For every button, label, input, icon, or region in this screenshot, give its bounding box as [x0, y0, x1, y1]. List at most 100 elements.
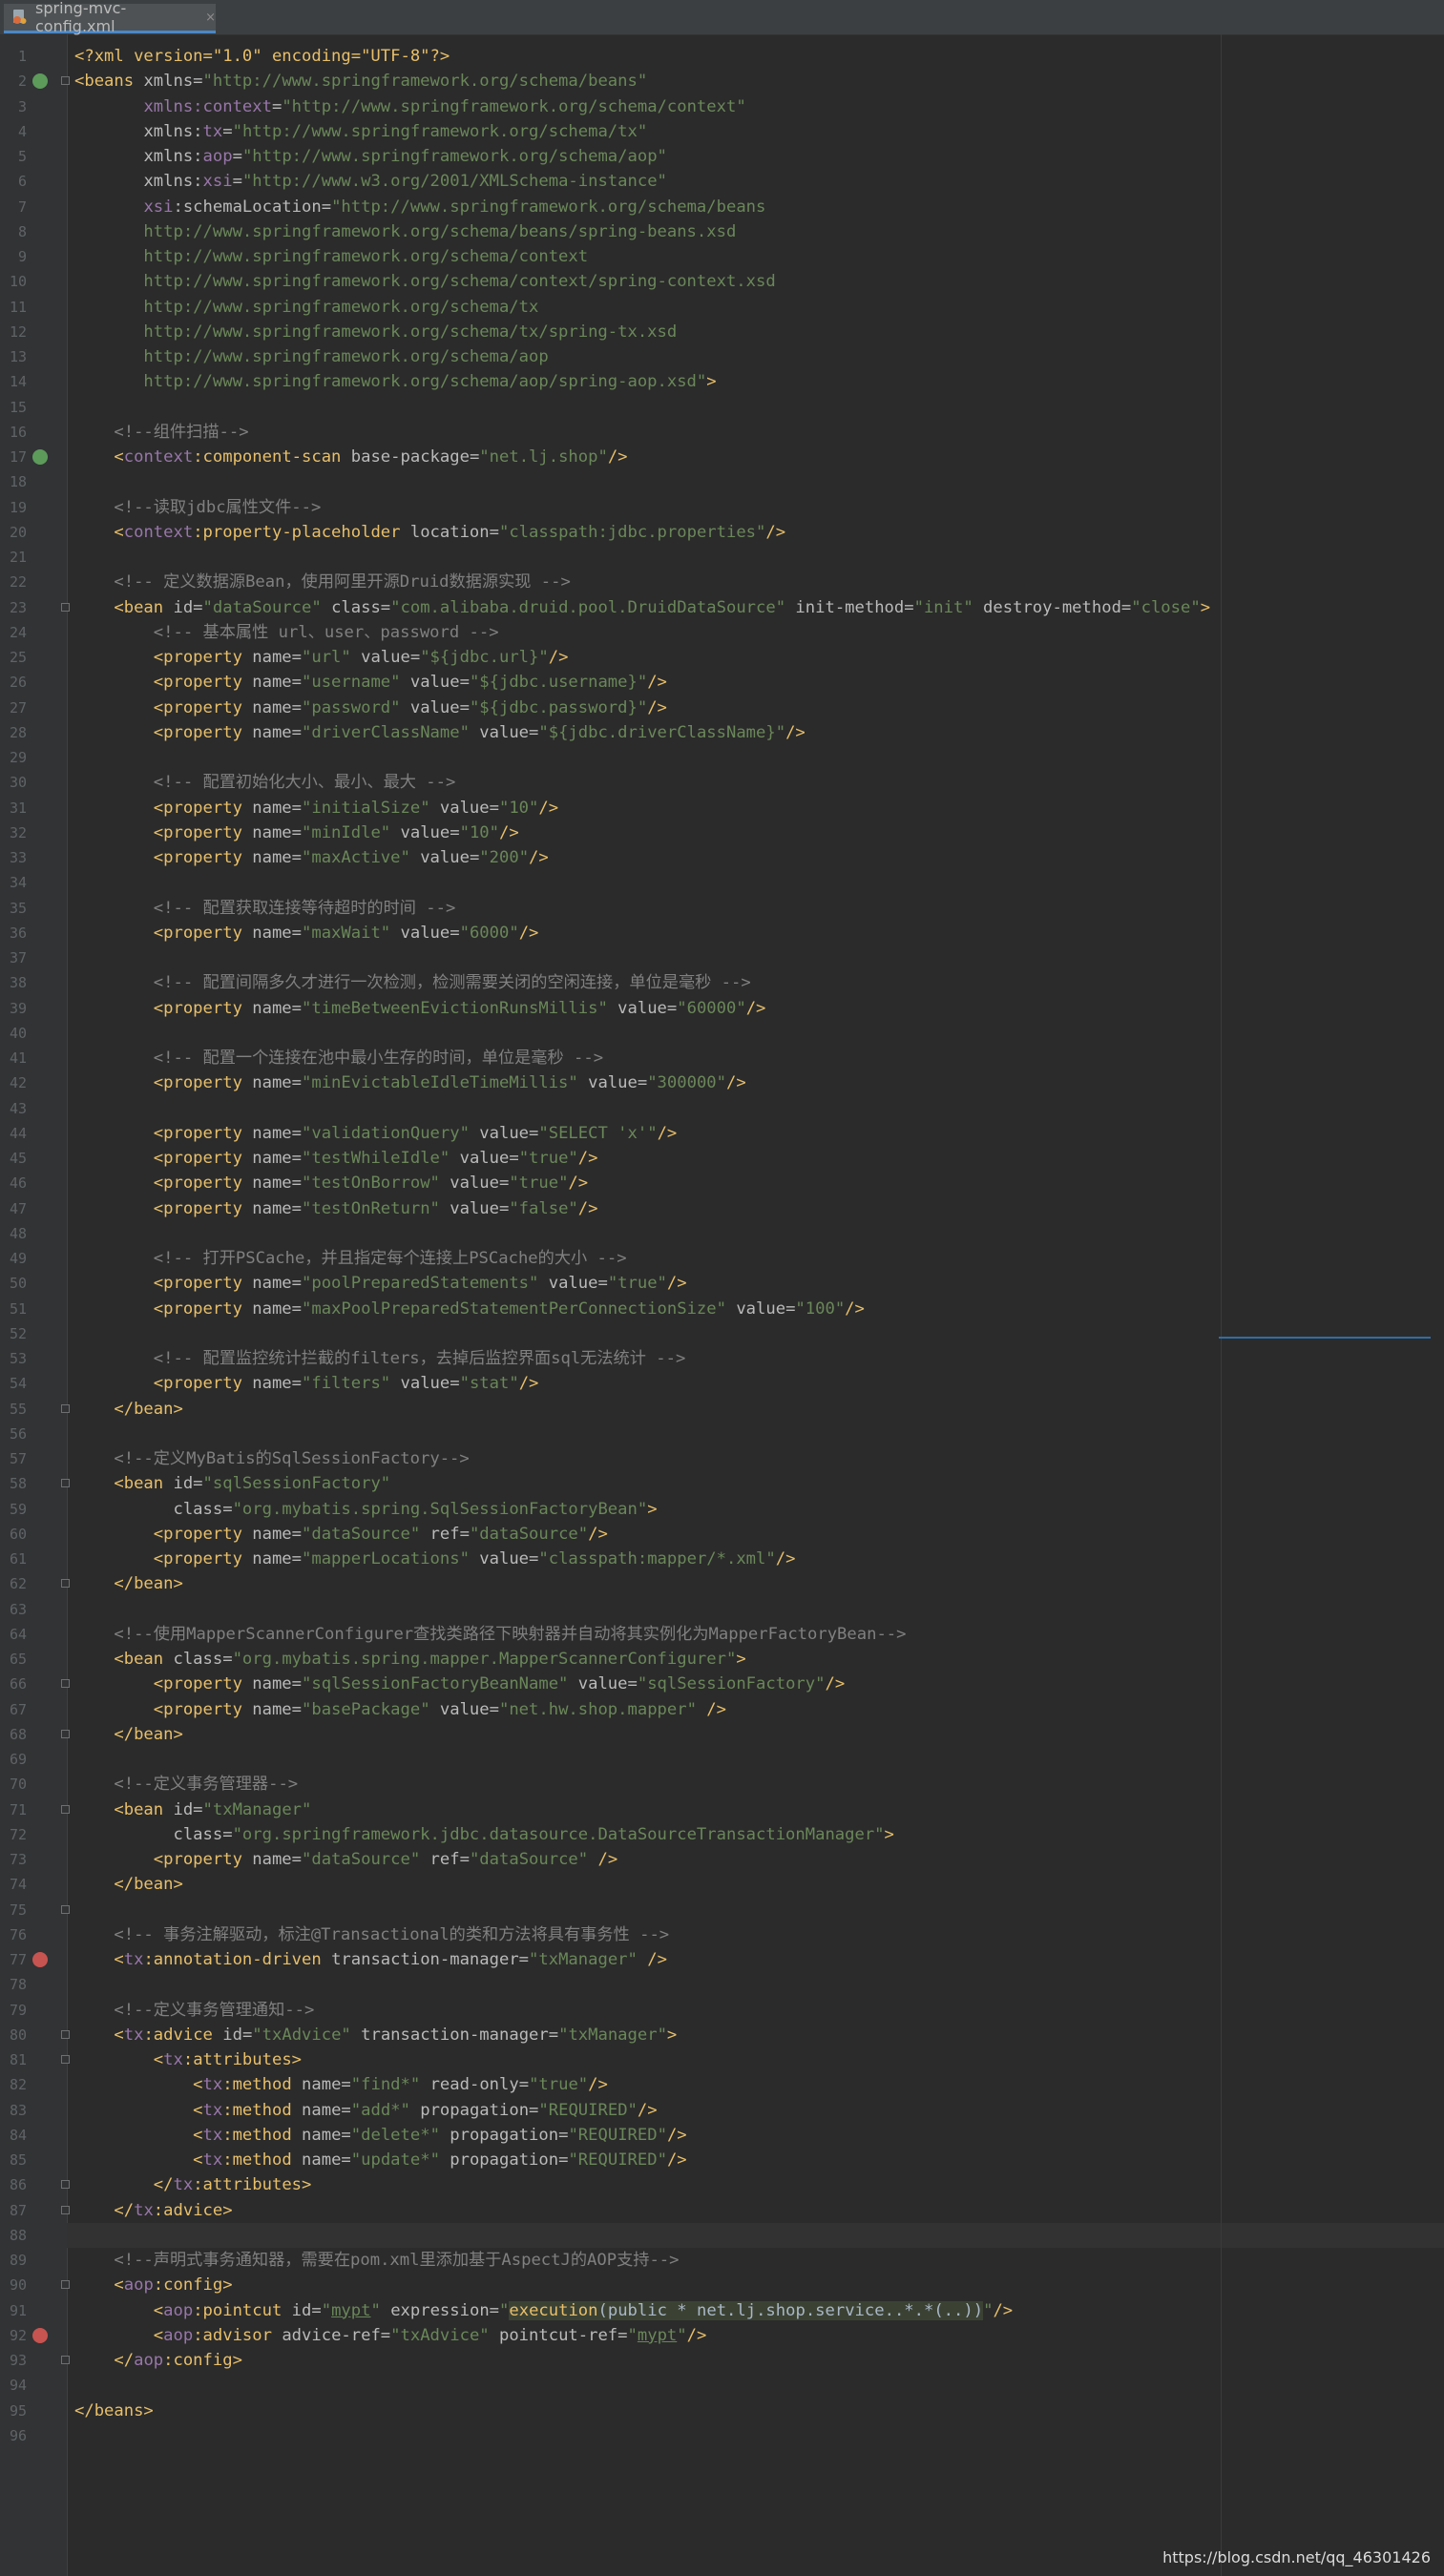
code-line[interactable]: xmlns:context="http://www.springframewor…: [74, 94, 745, 119]
code-line[interactable]: <property name="dataSource" ref="dataSou…: [74, 1522, 608, 1547]
code-line[interactable]: class="org.springframework.jdbc.datasour…: [74, 1822, 893, 1847]
code-token: name=: [252, 1524, 303, 1544]
code-line[interactable]: <!--使用MapperScannerConfigurer查找类路径下映射器并自…: [74, 1622, 906, 1647]
code-line[interactable]: </tx:advice>: [74, 2198, 232, 2223]
code-line[interactable]: <property name="basePackage" value="net.…: [74, 1697, 726, 1722]
code-line[interactable]: http://www.springframework.org/schema/co…: [74, 244, 588, 269]
code-token: "true": [518, 1149, 578, 1168]
code-line[interactable]: xmlns:tx="http://www.springframework.org…: [74, 119, 647, 144]
code-line[interactable]: <property name="driverClassName" value="…: [74, 720, 806, 745]
code-line[interactable]: <!--组件扫描-->: [74, 420, 248, 445]
code-line[interactable]: <tx:method name="add*" propagation="REQU…: [74, 2098, 657, 2123]
code-line[interactable]: <?xml version="1.0" encoding="UTF-8"?>: [74, 44, 450, 69]
code-line[interactable]: <tx:advice id="txAdvice" transaction-man…: [74, 2023, 677, 2047]
code-line[interactable]: <property name="testWhileIdle" value="tr…: [74, 1146, 598, 1171]
line-number: 69: [9, 1751, 27, 1768]
code-token: xmlns=: [143, 72, 203, 92]
code-token: />: [647, 697, 667, 717]
code-line[interactable]: <property name="validationQuery" value="…: [74, 1121, 677, 1146]
code-line[interactable]: <!-- 基本属性 url、user、password -->: [74, 620, 499, 645]
code-line[interactable]: <property name="dataSource" ref="dataSou…: [74, 1847, 617, 1872]
code-line[interactable]: </aop:config>: [74, 2348, 242, 2373]
tab-filename: spring-mvc-config.xml: [35, 0, 127, 35]
code-line[interactable]: <property name="password" value="${jdbc.…: [74, 696, 667, 720]
code-line[interactable]: <property name="maxActive" value="200"/>: [74, 845, 549, 870]
line-number: 53: [9, 1350, 27, 1367]
line-number: 25: [9, 649, 27, 666]
code-line[interactable]: xsi:schemaLocation="http://www.springfra…: [74, 195, 765, 219]
code-line[interactable]: <!-- 配置一个连接在池中最小生存的时间，单位是毫秒 -->: [74, 1046, 603, 1070]
code-line[interactable]: </bean>: [74, 1397, 182, 1422]
spring-bean-icon[interactable]: [32, 449, 48, 465]
code-line[interactable]: </beans>: [74, 2399, 154, 2423]
code-line[interactable]: <tx:attributes>: [74, 2047, 302, 2072]
code-line[interactable]: <!--声明式事务通知器，需要在pom.xml里添加基于AspectJ的AOP支…: [74, 2248, 679, 2273]
line-number: 24: [9, 623, 27, 641]
code-line[interactable]: <property name="testOnBorrow" value="tru…: [74, 1171, 588, 1195]
code-line[interactable]: http://www.springframework.org/schema/be…: [74, 219, 736, 244]
code-line[interactable]: </bean>: [74, 1872, 182, 1897]
code-token: />: [647, 673, 667, 693]
code-line[interactable]: <aop:pointcut id="mypt" expression="exec…: [74, 2298, 1013, 2323]
tab-close-icon[interactable]: ×: [205, 10, 216, 25]
code-line[interactable]: <property name="minIdle" value="10"/>: [74, 821, 519, 845]
code-line[interactable]: <beans xmlns="http://www.springframework…: [74, 69, 647, 93]
code-line[interactable]: <property name="initialSize" value="10"/…: [74, 796, 558, 821]
code-line[interactable]: </bean>: [74, 1571, 182, 1596]
line-number: 34: [9, 874, 27, 892]
code-line[interactable]: <tx:method name="update*" propagation="R…: [74, 2148, 687, 2172]
code-line[interactable]: <property name="timeBetweenEvictionRunsM…: [74, 996, 766, 1021]
code-token: <: [74, 447, 124, 467]
code-line[interactable]: class="org.mybatis.spring.SqlSessionFact…: [74, 1497, 657, 1522]
tab-spring-mvc-config[interactable]: spring-mvc-config.xml ×: [4, 0, 216, 35]
code-line[interactable]: <property name="maxPoolPreparedStatement…: [74, 1297, 865, 1321]
code-line[interactable]: <!-- 配置获取连接等待超时的时间 -->: [74, 896, 456, 921]
code-line[interactable]: <tx:method name="delete*" propagation="R…: [74, 2123, 686, 2148]
code-line[interactable]: <bean id="txManager": [74, 1797, 311, 1822]
code-line[interactable]: http://www.springframework.org/schema/tx: [74, 295, 538, 320]
code-line[interactable]: <!-- 定义数据源Bean，使用阿里开源Druid数据源实现 -->: [74, 570, 570, 594]
code-line[interactable]: <!-- 打开PSCache，并且指定每个连接上PSCache的大小 -->: [74, 1246, 627, 1271]
code-line[interactable]: <bean id="dataSource" class="com.alibaba…: [74, 595, 1210, 620]
code-line[interactable]: <bean id="sqlSessionFactory": [74, 1471, 390, 1496]
code-line[interactable]: <property name="poolPreparedStatements" …: [74, 1271, 687, 1296]
code-line[interactable]: <!-- 配置间隔多久才进行一次检测，检测需要关闭的空闲连接，单位是毫秒 -->: [74, 970, 751, 995]
code-line[interactable]: <!--定义MyBatis的SqlSessionFactory-->: [74, 1446, 469, 1471]
code-line[interactable]: http://www.springframework.org/schema/co…: [74, 269, 775, 294]
code-line[interactable]: <!--读取jdbc属性文件-->: [74, 495, 321, 520]
code-line[interactable]: </bean>: [74, 1722, 182, 1747]
bean-mapping-icon[interactable]: [32, 73, 48, 90]
code-line[interactable]: <aop:advisor advice-ref="txAdvice" point…: [74, 2323, 707, 2348]
code-line[interactable]: <property name="mapperLocations" value="…: [74, 1547, 796, 1571]
code-token: />: [666, 2150, 687, 2170]
code-token: ref=: [429, 1524, 470, 1544]
code-line[interactable]: <context:property-placeholder location="…: [74, 520, 785, 545]
code-line[interactable]: <tx:annotation-driven transaction-manage…: [74, 1947, 667, 1972]
code-line[interactable]: </tx:attributes>: [74, 2172, 312, 2197]
code-line[interactable]: <!--定义事务管理器-->: [74, 1772, 298, 1797]
code-line[interactable]: <property name="url" value="${jdbc.url}"…: [74, 645, 569, 670]
code-line[interactable]: <aop:config>: [74, 2273, 232, 2297]
code-token: <!--定义事务管理器-->: [74, 1775, 299, 1795]
code-line[interactable]: <property name="sqlSessionFactoryBeanNam…: [74, 1672, 845, 1696]
code-line[interactable]: xmlns:xsi="http://www.w3.org/2001/XMLSch…: [74, 169, 666, 194]
code-line[interactable]: http://www.springframework.org/schema/ao…: [74, 344, 548, 369]
code-line[interactable]: <property name="minEvictableIdleTimeMill…: [74, 1070, 746, 1095]
code-line[interactable]: <tx:method name="find*" read-only="true"…: [74, 2072, 608, 2097]
code-line[interactable]: http://www.springframework.org/schema/ao…: [74, 369, 716, 394]
aop-advice-icon[interactable]: [32, 1952, 48, 1967]
aop-advice-icon[interactable]: [32, 2327, 48, 2343]
code-line[interactable]: <bean class="org.mybatis.spring.mapper.M…: [74, 1647, 745, 1672]
code-line[interactable]: <!--定义事务管理通知-->: [74, 1998, 314, 2023]
code-line[interactable]: <!-- 事务注解驱动，标注@Transactional的类和方法将具有事务性 …: [74, 1922, 669, 1947]
code-line[interactable]: http://www.springframework.org/schema/tx…: [74, 320, 677, 344]
code-line[interactable]: xmlns:aop="http://www.springframework.or…: [74, 144, 666, 169]
code-editor[interactable]: <?xml version="1.0" encoding="UTF-8"?> <b…: [67, 34, 1444, 2576]
code-line[interactable]: <property name="testOnReturn" value="fal…: [74, 1196, 598, 1221]
code-line[interactable]: <property name="username" value="${jdbc.…: [74, 670, 667, 695]
code-line[interactable]: <!-- 配置监控统计拦截的filters，去掉后监控界面sql无法统计 -->: [74, 1346, 686, 1371]
code-line[interactable]: <property name="filters" value="stat"/>: [74, 1371, 539, 1396]
code-line[interactable]: <!-- 配置初始化大小、最小、最大 -->: [74, 770, 456, 795]
code-line[interactable]: <context:component-scan base-package="ne…: [74, 445, 627, 469]
code-line[interactable]: <property name="maxWait" value="6000"/>: [74, 921, 539, 945]
